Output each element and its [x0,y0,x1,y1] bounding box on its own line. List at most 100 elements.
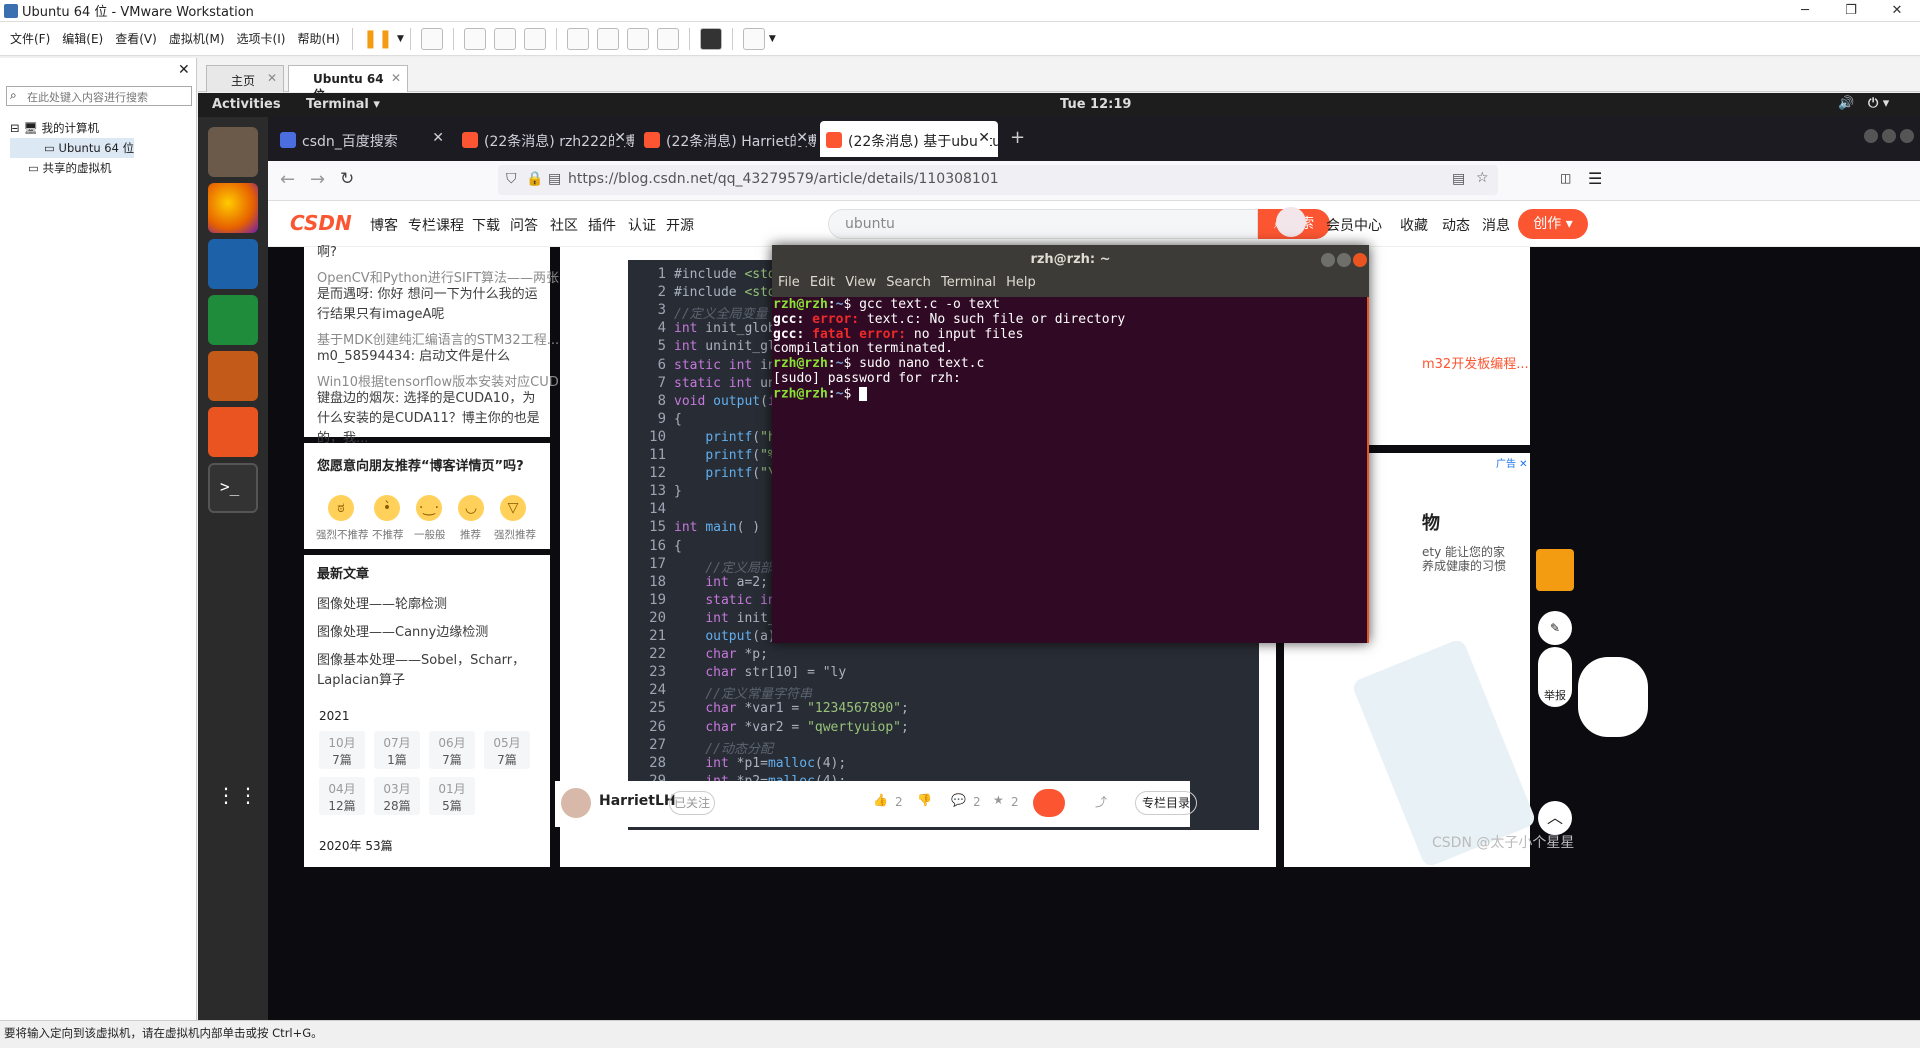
library-search-input[interactable]: 在此处键入内容进行搜索 [6,86,192,106]
back-icon[interactable]: ← [280,169,295,190]
menu-edit[interactable]: 编辑(E) [56,30,109,47]
csdn-search-input[interactable]: ubuntu [828,209,1258,239]
volume-icon[interactable]: 🔊 [1838,96,1854,111]
library-view-icon[interactable] [566,27,589,50]
toc-item[interactable]: m32开发板编程... [1422,353,1529,372]
promo-icon[interactable] [1536,549,1574,591]
latest-article-link[interactable]: 图像处理——轮廓检测 [317,595,547,615]
nav-blog[interactable]: 博客 [370,215,398,235]
close-library-icon[interactable]: ✕ [178,62,190,78]
menu-file[interactable]: 文件(F) [4,30,56,47]
archive-month[interactable]: 03月 28篇 [374,777,420,815]
menu-vm[interactable]: 虚拟机(M) [163,30,231,47]
console-view-icon[interactable] [699,27,722,50]
very-unhappy-icon[interactable]: ಠ [328,495,354,521]
url-bar[interactable]: ⛉ 🔒 ▤ https://blog.csdn.net/qq_43279579/… [498,165,1498,195]
menu-file[interactable]: File [778,275,800,290]
share-icon[interactable]: ⤴ [1095,793,1107,810]
stretch-icon[interactable] [742,27,765,50]
terminal-window[interactable]: rzh@rzh: ~ File Edit View Search Termina… [772,245,1369,643]
files-icon[interactable] [208,127,258,177]
hamburger-menu-icon[interactable]: ☰ [1588,169,1602,188]
new-tab-icon[interactable]: + [1010,127,1025,148]
avatar[interactable] [1276,207,1306,237]
author-avatar[interactable] [561,788,591,818]
clock[interactable]: Tue 12:19 [1060,97,1131,112]
catalog-button[interactable]: 专栏目录 [1135,791,1197,815]
follow-button[interactable]: 已关注 [669,791,715,815]
minimize-icon[interactable] [1321,253,1335,267]
latest-article-link[interactable]: 图像基本处理——Sobel，Scharr，Laplacian算子 [317,651,547,691]
close-icon[interactable]: ✕ [796,130,808,146]
very-happy-icon[interactable]: ▽ [500,495,526,521]
nav-community[interactable]: 社区 [550,215,578,235]
reload-icon[interactable]: ↻ [340,169,354,189]
snapshot-manager-icon[interactable] [523,27,546,50]
tree-item-my-computer[interactable]: ⊟ 🖥 我的计算机 [10,118,134,138]
menu-help[interactable]: Help [1006,275,1036,290]
neutral-icon[interactable]: ·‿· [416,495,442,521]
menu-view[interactable]: View [845,275,876,290]
firefox-icon[interactable] [208,183,258,233]
browser-tab-active[interactable]: (22条消息) 基于ubuntu，✕ [820,121,998,157]
tree-item-shared[interactable]: ▭ 共享的虚拟机 [10,158,134,178]
latest-article-link[interactable]: 图像处理——Canny边缘检测 [317,623,547,643]
unhappy-icon[interactable]: •̀ [374,495,400,521]
dislike-icon[interactable]: 👎 [917,793,932,807]
browser-tab[interactable]: (22条消息) Harriet的博客 ✕ [638,121,816,157]
fullscreen-icon[interactable] [626,27,649,50]
edit-icon[interactable]: ✎ [1538,611,1572,645]
activities-button[interactable]: Activities [212,97,281,112]
create-button[interactable]: 创作 ▾ [1518,209,1588,239]
pause-icon[interactable]: ❚❚ [363,28,393,49]
menu-search[interactable]: Search [886,275,931,290]
send-keys-icon[interactable] [420,27,443,50]
nav-download[interactable]: 下载 [472,215,500,235]
impress-icon[interactable] [208,351,258,401]
archive-month[interactable]: 04月 12篇 [319,777,365,815]
close-icon[interactable] [1900,129,1914,143]
archive-month[interactable]: 10月 7篇 [319,731,365,769]
close-icon[interactable]: ✕ [432,130,444,146]
nav-plugins[interactable]: 插件 [588,215,616,235]
menu-tabs[interactable]: 选项卡(I) [231,30,292,47]
report-button[interactable]: 举报 [1538,647,1572,707]
writer-icon[interactable] [208,239,258,289]
csdn-logo[interactable]: CSDN [290,211,352,235]
article-link[interactable]: 基于MDK创建纯汇编语言的STM32工程... [317,329,559,348]
menu-edit[interactable]: Edit [810,275,835,290]
happy-icon[interactable]: ◡ [458,495,484,521]
terminal-scrollbar[interactable] [1367,297,1369,643]
browser-tab[interactable]: (22条消息) rzh222的博客 ✕ [456,121,634,157]
archive-month[interactable]: 01月 5篇 [429,777,475,815]
reward-icon[interactable] [1033,789,1065,817]
article-link[interactable]: Win10根据tensorflow版本安装对应CUD... [317,371,571,390]
pocket-icon[interactable]: ◫ [1560,171,1571,185]
author-name[interactable]: HarrietLH [599,793,676,809]
bookmark-star-icon[interactable]: ☆ [1476,170,1489,186]
maximize-icon[interactable] [1337,253,1351,267]
like-icon[interactable]: 👍 [873,793,888,807]
app-menu[interactable]: Terminal ▾ [306,97,380,112]
close-icon[interactable] [1353,253,1367,267]
close-icon[interactable]: ✕ [614,130,626,146]
close-icon[interactable]: ✕ [978,130,990,146]
calc-icon[interactable] [208,295,258,345]
nav-favorites[interactable]: 收藏 [1400,215,1428,235]
menu-terminal[interactable]: Terminal [941,275,996,290]
nav-activity[interactable]: 动态 [1442,215,1470,235]
maximize-icon[interactable]: ❐ [1832,0,1870,22]
archive-month[interactable]: 06月 7篇 [429,731,475,769]
star-icon[interactable]: ★ [993,793,1004,807]
terminal-output[interactable]: rzh@rzh:~$ gcc text.c -o text gcc: error… [772,297,1369,643]
power-icon[interactable]: ⏻ ▾ [1868,96,1889,111]
nav-cert[interactable]: 认证 [628,215,656,235]
menu-view[interactable]: 查看(V) [109,30,163,47]
nav-courses[interactable]: 专栏课程 [408,215,464,235]
thumbnail-view-icon[interactable] [596,27,619,50]
chevron-down-icon[interactable]: ▼ [397,34,404,44]
close-tab-icon[interactable]: ✕ [267,71,277,85]
chevron-down-icon[interactable]: ▼ [769,34,776,44]
tree-item-ubuntu[interactable]: ▭ Ubuntu 64 位 [10,138,135,158]
archive-month[interactable]: 07月 1篇 [374,731,420,769]
